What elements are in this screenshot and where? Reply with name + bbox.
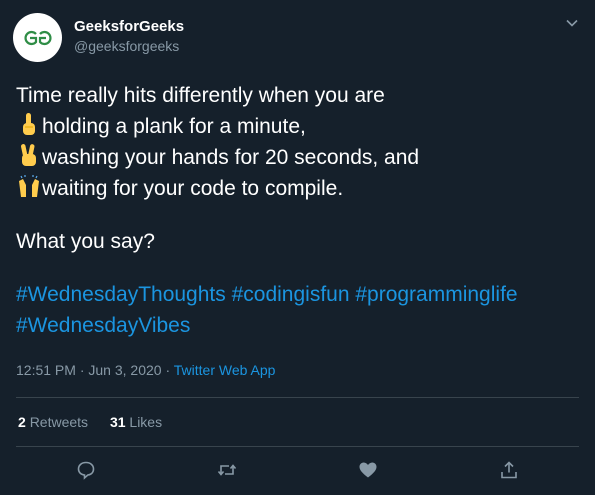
tweet-line: Time really hits differently when you ar… bbox=[16, 84, 385, 107]
retweets-count: 2 bbox=[18, 414, 26, 430]
geeksforgeeks-logo-icon bbox=[24, 30, 51, 45]
like-button[interactable] bbox=[358, 460, 378, 480]
tweet-date[interactable]: Jun 3, 2020 bbox=[88, 362, 161, 378]
reply-icon bbox=[77, 461, 95, 480]
share-button[interactable] bbox=[499, 460, 519, 480]
tweet-card: GeeksforGeeks @geeksforgeeks Time really… bbox=[0, 0, 595, 495]
retweet-icon bbox=[217, 464, 237, 476]
tweet-source-link[interactable]: Twitter Web App bbox=[174, 362, 276, 378]
likes-label: Likes bbox=[129, 414, 163, 430]
tweet-line-compile: waiting for your code to compile. bbox=[16, 173, 581, 204]
victory-hand-icon bbox=[20, 144, 36, 166]
divider bbox=[16, 446, 579, 447]
tweet-text-compile: waiting for your code to compile. bbox=[42, 177, 344, 200]
chevron-down-icon[interactable] bbox=[565, 16, 579, 30]
tweet-line-hands: washing your hands for 20 seconds, and bbox=[16, 142, 581, 173]
action-bar bbox=[0, 460, 595, 482]
tweet-line-question: What you say? bbox=[16, 230, 155, 253]
divider bbox=[16, 397, 579, 398]
avatar[interactable] bbox=[13, 13, 62, 62]
meta-separator: · bbox=[75, 362, 89, 378]
tweet-time[interactable]: 12:51 PM bbox=[16, 362, 76, 378]
tweet-text: Time really hits differently when you ar… bbox=[16, 80, 581, 341]
share-icon bbox=[501, 461, 517, 479]
retweets-label: Retweets bbox=[29, 414, 89, 430]
retweet-button[interactable] bbox=[217, 460, 237, 480]
author-name[interactable]: GeeksforGeeks bbox=[74, 18, 184, 35]
likes-count: 31 bbox=[109, 414, 126, 430]
reply-button[interactable] bbox=[76, 460, 96, 480]
author-handle[interactable]: @geeksforgeeks bbox=[74, 38, 179, 54]
hashtag-link-line[interactable]: #WednesdayVibes bbox=[16, 310, 581, 341]
tweet-timestamp: 12:51 PM · Jun 3, 2020 · Twitter Web App bbox=[16, 362, 275, 378]
tweet-text-plank: holding a plank for a minute, bbox=[42, 115, 306, 138]
tweet-text-hands: washing your hands for 20 seconds, and bbox=[42, 146, 420, 169]
hashtag-link-line[interactable]: #WednesdayThoughts #codingisfun #program… bbox=[16, 279, 581, 310]
retweets-stat[interactable]: 2 Retweets bbox=[18, 414, 88, 430]
raising-hands-icon bbox=[19, 175, 39, 197]
hashtags: #WednesdayThoughts #codingisfun #program… bbox=[16, 279, 581, 341]
meta-separator: · bbox=[161, 362, 174, 378]
index-pointing-up-icon bbox=[23, 113, 35, 135]
like-icon bbox=[359, 462, 377, 478]
likes-stat[interactable]: 31 Likes bbox=[110, 414, 162, 430]
tweet-line-plank: holding a plank for a minute, bbox=[16, 111, 581, 142]
engagement-stats: 2 Retweets 31 Likes bbox=[18, 414, 180, 430]
